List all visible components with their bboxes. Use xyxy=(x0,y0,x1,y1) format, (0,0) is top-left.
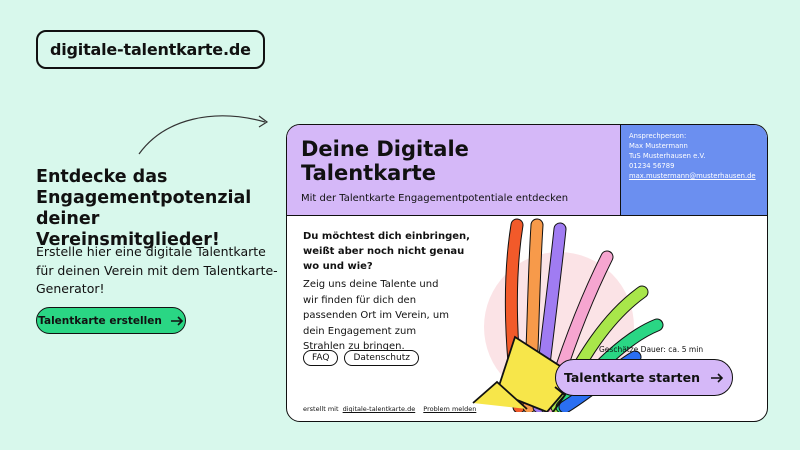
card-body-text: Zeig uns deine Talente und wir finden fü… xyxy=(303,279,449,352)
arrow-right-icon xyxy=(170,315,183,326)
curved-arrow-icon xyxy=(138,115,269,155)
contact-phone: 01234 56789 xyxy=(629,162,675,170)
start-talentkarte-label: Talentkarte starten xyxy=(563,370,701,385)
contact-box: Ansprechperson: Max Mustermann TuS Muste… xyxy=(621,125,767,216)
arrow-right-icon xyxy=(711,372,724,383)
footer-site-link[interactable]: digitale-talentkarte.de xyxy=(343,405,416,413)
landing-headline: Entdecke das Engagementpotenzial deiner … xyxy=(36,167,252,250)
info-pills: FAQ Datenschutz xyxy=(303,350,419,366)
faq-button[interactable]: FAQ xyxy=(303,350,339,366)
footer-prefix: erstellt mit xyxy=(303,405,339,413)
card-header: Deine Digitale Talentkarte Mit der Talen… xyxy=(287,125,621,216)
talentkarte-preview-card: Deine Digitale Talentkarte Mit der Talen… xyxy=(286,124,768,422)
card-question: Du möchtest dich einbringen, weißt aber … xyxy=(303,231,470,272)
duration-text: Geschätze Dauer: ca. 5 min xyxy=(599,345,704,354)
start-talentkarte-button[interactable]: Talentkarte starten xyxy=(555,359,733,396)
card-title: Deine Digitale Talentkarte xyxy=(301,137,469,185)
create-talentkarte-button[interactable]: Talentkarte erstellen xyxy=(36,307,186,334)
contact-email-link[interactable]: max.mustermann@musterhausen.de xyxy=(629,171,761,181)
card-footer: erstellt mit digitale-talentkarte.de Pro… xyxy=(303,405,476,413)
datenschutz-button[interactable]: Datenschutz xyxy=(344,350,419,366)
contact-name: Max Mustermann xyxy=(629,142,688,150)
landing-intro: Erstelle hier eine digitale Talentkarte … xyxy=(36,244,278,296)
contact-label: Ansprechperson: xyxy=(629,132,687,140)
contact-club: TuS Musterhausen e.V. xyxy=(629,152,706,160)
create-talentkarte-label: Talentkarte erstellen xyxy=(38,314,162,327)
report-problem-link[interactable]: Problem melden xyxy=(423,405,476,413)
logo[interactable]: digitale-talentkarte.de xyxy=(36,30,265,69)
card-subtitle: Mit der Talentkarte Engagementpotentiale… xyxy=(301,193,569,204)
